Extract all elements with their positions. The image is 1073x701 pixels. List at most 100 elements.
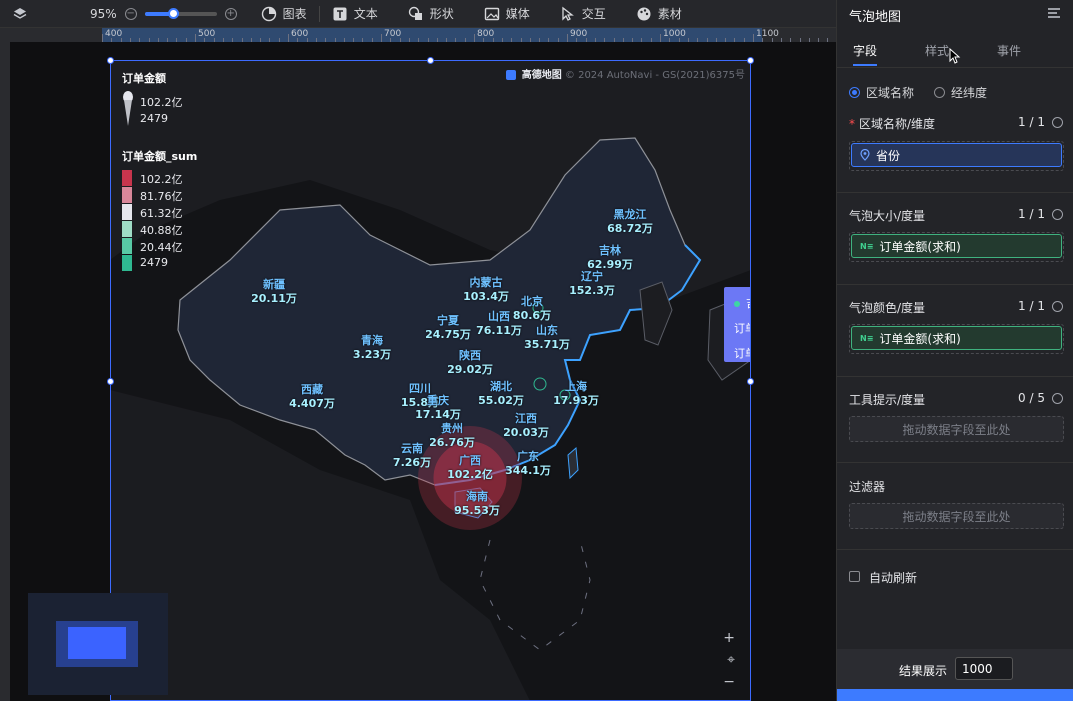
radio-label: 经纬度	[951, 86, 988, 100]
province-value: 80.6万	[512, 309, 552, 322]
panel-menu-icon[interactable]	[1047, 6, 1061, 20]
zoom-out-button[interactable]: −	[124, 7, 137, 20]
radio-lat-lng[interactable]	[934, 87, 946, 98]
ruler-vertical	[0, 42, 10, 701]
resize-handle-n[interactable]	[427, 57, 434, 64]
app-root: 95% − + 图表 文本 形状 媒体 交互 素材 400 500 600 700 800 900 1…	[0, 0, 1073, 701]
location-mode-radio: 区域名称 经纬度	[849, 84, 987, 101]
legend-color-swatch	[122, 255, 132, 271]
radio-region-name[interactable]	[849, 87, 860, 98]
tooltip-label: 订单金额_sum	[734, 322, 751, 335]
resize-handle-ne[interactable]	[747, 57, 754, 64]
section-divider	[837, 549, 1073, 550]
map-attribution: 高德地图 © 2024 AutoNavi - GS(2021)6375号	[505, 66, 745, 81]
gear-icon[interactable]	[1052, 301, 1063, 312]
section-divider	[837, 284, 1073, 285]
zoom-level: 95%	[90, 6, 117, 21]
legend-color-label: 20.44亿	[140, 241, 183, 254]
province-value: 26.76万	[429, 436, 475, 449]
province-value: 7.26万	[392, 456, 432, 469]
shape-icon	[408, 6, 422, 20]
drop-zone-bubble-color[interactable]: N≡ 订单金额(求和)	[849, 324, 1064, 354]
gear-icon[interactable]	[1052, 209, 1063, 220]
media-image-icon	[484, 7, 499, 20]
legend-color-swatch	[122, 238, 132, 254]
toolbar-shape-button[interactable]: 形状	[408, 5, 454, 22]
layers-button[interactable]	[12, 6, 28, 22]
property-panel: 气泡地图 字段 样式 事件 区域名称 经纬度 * 区域名称/维度 1 / 1 省份	[836, 0, 1073, 701]
map-locate-button[interactable]: ⌖	[727, 652, 735, 668]
editor-canvas[interactable]: 订单金额 102.2亿 2479 订单金额_sum 102.2亿 81.76亿 61…	[10, 42, 836, 701]
toolbar-item-label: 媒体	[505, 7, 530, 21]
drop-zone-tooltip[interactable]: 拖动数据字段至此处	[849, 416, 1064, 442]
ruler-tick	[567, 34, 568, 42]
layers-icon	[13, 7, 27, 19]
toolbar-divider	[318, 5, 320, 22]
toolbar-text-button[interactable]: 文本	[332, 5, 378, 22]
province-value: 102.2亿	[447, 468, 493, 481]
province-value: 4.407万	[289, 397, 335, 410]
legend-color-label: 102.2亿	[140, 173, 183, 186]
field-pill-label: 省份	[876, 148, 901, 163]
field-pill-label: 订单金额(求和)	[879, 331, 961, 346]
ruler-label: 1000	[663, 29, 686, 39]
section-count: 1 / 1	[1018, 299, 1045, 313]
ruler-tick	[195, 34, 196, 42]
drop-zone-bubble-size[interactable]: N≡ 订单金额(求和)	[849, 232, 1064, 262]
zoom-in-button[interactable]: +	[224, 7, 237, 20]
measure-type-icon: N≡	[860, 333, 874, 343]
chart-pie-icon	[261, 6, 276, 21]
toolbar-interaction-cursor-button[interactable]: 交互	[560, 5, 606, 22]
province-value: 29.02万	[447, 363, 493, 376]
footer-action-bar[interactable]	[837, 689, 1073, 701]
required-mark: *	[849, 117, 855, 131]
tab-style[interactable]: 样式	[925, 42, 949, 59]
section-filter: 过滤器	[849, 480, 886, 494]
ruler-horizontal: 400 500 600 700 800 900 1000 1100	[0, 28, 836, 42]
zoom-control: 95% − +	[90, 7, 237, 21]
minimap-viewport[interactable]	[68, 627, 126, 659]
section-count: 0 / 5	[1018, 391, 1045, 405]
tooltip-dot-icon	[734, 301, 740, 307]
field-pill-order-amount[interactable]: N≡ 订单金额(求和)	[851, 234, 1062, 258]
resize-handle-e[interactable]	[747, 378, 754, 385]
toolbar-chart-pie-button[interactable]: 图表	[261, 5, 307, 22]
legend-color-label: 40.88亿	[140, 224, 183, 237]
legend-size-title: 订单金额	[122, 72, 166, 85]
field-pill-province[interactable]: 省份	[851, 143, 1062, 167]
toolbar-palette-button[interactable]: 素材	[636, 5, 682, 22]
tooltip-title: 吉林	[746, 297, 751, 310]
map-zoom-in-button[interactable]: +	[723, 630, 735, 646]
gear-icon[interactable]	[1052, 117, 1063, 128]
auto-refresh-checkbox[interactable]	[849, 571, 860, 582]
bubble-map-chart[interactable]: 订单金额 102.2亿 2479 订单金额_sum 102.2亿 81.76亿 61…	[110, 60, 751, 701]
tooltip-label: 订单金额	[734, 347, 751, 360]
zoom-slider[interactable]	[144, 7, 217, 19]
toolbar-media-image-button[interactable]: 媒体	[484, 5, 530, 22]
section-label-text: 区域名称/维度	[859, 117, 936, 131]
auto-refresh-label: 自动刷新	[869, 571, 918, 585]
map-tooltip: 吉林 订单金额_sum2479 订单金额2479	[724, 287, 751, 362]
interaction-cursor-icon	[562, 6, 574, 21]
map-zoom-out-button[interactable]: −	[723, 674, 735, 690]
zoom-slider-thumb[interactable]	[168, 7, 180, 19]
province-value: 95.53万	[454, 504, 500, 517]
gear-icon[interactable]	[1052, 393, 1063, 404]
ruler-label: 1100	[756, 29, 779, 39]
toolbar-item-label: 文本	[353, 7, 378, 21]
legend-color-swatch	[122, 170, 132, 186]
legend-size-min: 2479	[140, 112, 168, 125]
toolbar-item-label: 图表	[282, 7, 307, 21]
field-pill-order-amount[interactable]: N≡ 订单金额(求和)	[851, 326, 1062, 350]
tab-events[interactable]: 事件	[997, 42, 1021, 59]
legend-size-max: 102.2亿	[140, 96, 183, 109]
canvas-minimap[interactable]	[28, 593, 168, 695]
tab-fields[interactable]: 字段	[853, 42, 877, 59]
resize-handle-nw[interactable]	[107, 57, 114, 64]
province-value: 20.11万	[251, 292, 297, 305]
result-count-input[interactable]	[955, 657, 1013, 680]
resize-handle-w[interactable]	[107, 378, 114, 385]
drop-zone-region[interactable]: 省份	[849, 141, 1064, 171]
section-divider	[837, 462, 1073, 463]
drop-zone-filter[interactable]: 拖动数据字段至此处	[849, 503, 1064, 529]
